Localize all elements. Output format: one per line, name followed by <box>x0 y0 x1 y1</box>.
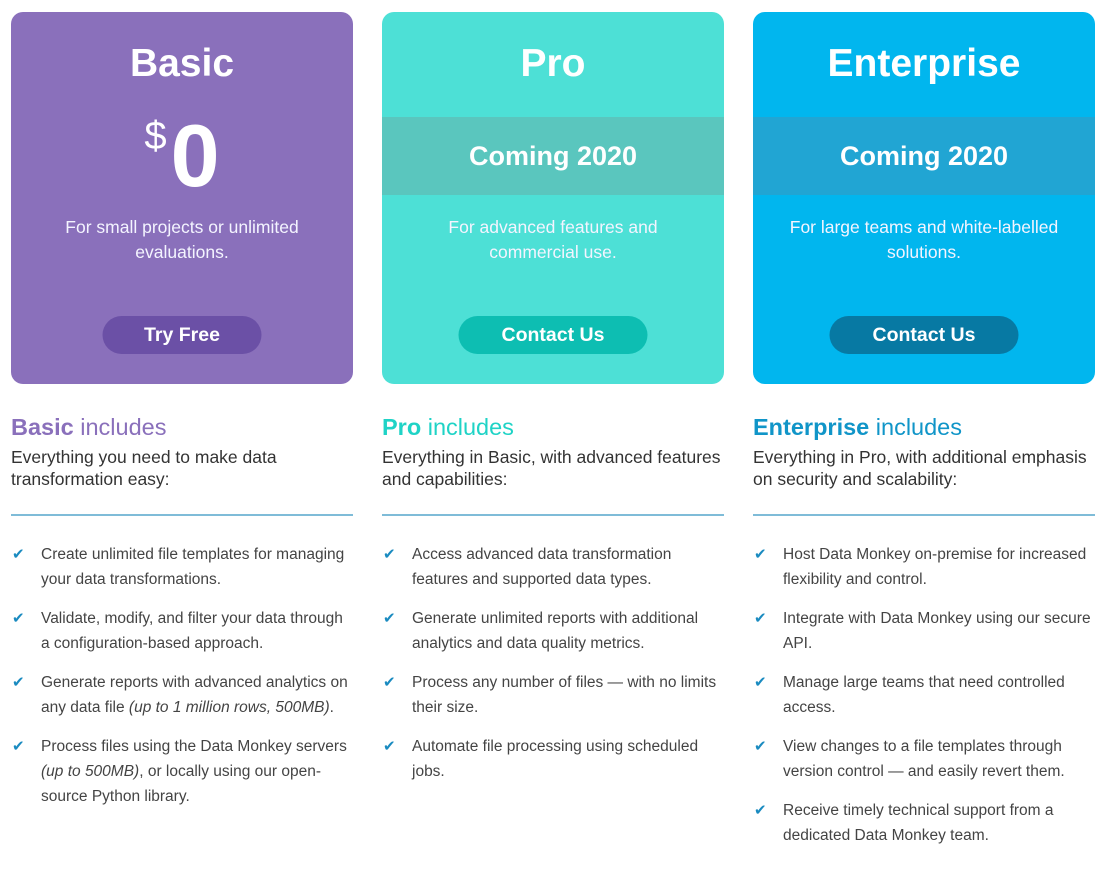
feature-item: ✔ View changes to a file templates throug… <box>753 734 1095 784</box>
feature-text-main: Receive timely technical support from a … <box>783 802 1054 844</box>
includes-label: includes <box>73 414 167 440</box>
includes-heading: Pro includes <box>382 412 724 442</box>
check-icon: ✔ <box>12 738 25 755</box>
plan-pro-card: Pro Coming 2020 For advanced features an… <box>382 12 724 384</box>
includes-subtitle: Everything in Basic, with advanced featu… <box>382 447 721 489</box>
plan-description: For advanced features and commercial use… <box>448 217 658 262</box>
feature-note: (up to 1 million rows, 500MB) <box>128 699 330 716</box>
price-currency: $ <box>144 114 167 158</box>
includes-plan-name: Basic <box>11 414 74 440</box>
plan-description: For large teams and white-labelled solut… <box>789 217 1059 262</box>
includes-subtitle: Everything in Pro, with additional empha… <box>753 447 1087 489</box>
feature-item: ✔ Generate unlimited reports with additio… <box>382 606 724 656</box>
divider <box>753 514 1095 516</box>
feature-item: ✔ Create unlimited file templates for man… <box>11 542 353 592</box>
feature-text-main: Generate unlimited reports with addition… <box>412 610 699 652</box>
feature-note: (up to 500MB) <box>41 763 140 780</box>
feature-text-main: View changes to a file templates through… <box>783 738 1065 780</box>
feature-text: Access advanced data transformation feat… <box>412 542 724 592</box>
feature-text-main: Access advanced data transformation feat… <box>412 546 672 588</box>
feature-item: ✔ Integrate with Data Monkey using our se… <box>753 606 1095 656</box>
feature-text: Process any number of files — with no li… <box>412 670 724 720</box>
includes-plan-name: Pro <box>382 414 422 440</box>
feature-text: Generate unlimited reports with addition… <box>412 606 724 656</box>
includes-label: includes <box>421 414 514 440</box>
feature-list: ✔ Create unlimited file templates for man… <box>11 542 353 809</box>
feature-text-tail: . <box>329 699 334 716</box>
feature-list: ✔ Host Data Monkey on-premise for increas… <box>753 542 1095 848</box>
check-icon: ✔ <box>754 802 767 819</box>
check-icon: ✔ <box>754 674 767 691</box>
includes-subtitle: Everything you need to make data transfo… <box>11 447 277 489</box>
feature-text-main: Automate file processing using scheduled… <box>412 738 699 780</box>
feature-text: Create unlimited file templates for mana… <box>41 542 353 592</box>
feature-text: View changes to a file templates through… <box>783 734 1095 784</box>
feature-item: ✔ Receive timely technical support from a… <box>753 798 1095 848</box>
feature-item: ✔ Process files using the Data Monkey ser… <box>11 734 353 809</box>
includes-label: includes <box>869 414 962 440</box>
feature-text: Receive timely technical support from a … <box>783 798 1095 848</box>
feature-text: Process files using the Data Monkey serv… <box>41 734 353 809</box>
feature-text: Validate, modify, and filter your data t… <box>41 606 353 656</box>
feature-text-main: Create unlimited file templates for mana… <box>41 546 345 588</box>
check-icon: ✔ <box>754 738 767 755</box>
feature-text: Host Data Monkey on-premise for increase… <box>783 542 1095 592</box>
includes-heading: Enterprise includes <box>753 412 1095 442</box>
coming-soon-band: Coming 2020 <box>382 117 724 195</box>
feature-item: ✔ Host Data Monkey on-premise for increas… <box>753 542 1095 592</box>
check-icon: ✔ <box>383 674 396 691</box>
contact-us-button[interactable]: Contact Us <box>458 316 648 354</box>
plan-price: $ 0 <box>11 112 353 202</box>
check-icon: ✔ <box>12 610 25 627</box>
check-icon: ✔ <box>383 610 396 627</box>
try-free-button[interactable]: Try Free <box>102 316 262 354</box>
check-icon: ✔ <box>754 610 767 627</box>
plan-basic-column: Basic $ 0 For small projects or unlimite… <box>11 12 353 823</box>
check-icon: ✔ <box>12 674 25 691</box>
feature-item: ✔ Process any number of files — with no l… <box>382 670 724 720</box>
plan-description: For small projects or unlimited evaluati… <box>65 217 299 262</box>
feature-text-main: Integrate with Data Monkey using our sec… <box>783 610 1091 652</box>
feature-text-main: Host Data Monkey on-premise for increase… <box>783 546 1087 588</box>
plan-enterprise-card: Enterprise Coming 2020 For large teams a… <box>753 12 1095 384</box>
price-amount: 0 <box>170 106 220 205</box>
feature-text-main: Process files using the Data Monkey serv… <box>41 738 347 755</box>
feature-text-main: Process any number of files — with no li… <box>412 674 717 716</box>
feature-text: Generate reports with advanced analytics… <box>41 670 353 720</box>
plan-title: Pro <box>520 42 586 85</box>
contact-us-button[interactable]: Contact Us <box>829 316 1019 354</box>
feature-text-main: Manage large teams that need controlled … <box>783 674 1065 716</box>
plan-title: Enterprise <box>827 42 1021 85</box>
check-icon: ✔ <box>12 546 25 563</box>
plan-enterprise-column: Enterprise Coming 2020 For large teams a… <box>753 12 1095 862</box>
divider <box>382 514 724 516</box>
feature-item: ✔ Generate reports with advanced analytic… <box>11 670 353 720</box>
feature-item: ✔ Access advanced data transformation fea… <box>382 542 724 592</box>
feature-list: ✔ Access advanced data transformation fea… <box>382 542 724 784</box>
feature-text: Manage large teams that need controlled … <box>783 670 1095 720</box>
check-icon: ✔ <box>383 546 396 563</box>
divider <box>11 514 353 516</box>
plan-title: Basic <box>129 42 235 85</box>
check-icon: ✔ <box>754 546 767 563</box>
includes-heading: Basic includes <box>11 412 353 442</box>
feature-item: ✔ Manage large teams that need controlled… <box>753 670 1095 720</box>
check-icon: ✔ <box>383 738 396 755</box>
feature-item: ✔ Validate, modify, and filter your data … <box>11 606 353 656</box>
feature-item: ✔ Automate file processing using schedule… <box>382 734 724 784</box>
feature-text: Automate file processing using scheduled… <box>412 734 724 784</box>
feature-text: Integrate with Data Monkey using our sec… <box>783 606 1095 656</box>
includes-plan-name: Enterprise <box>753 414 870 440</box>
plan-basic-card: Basic $ 0 For small projects or unlimite… <box>11 12 353 384</box>
coming-soon-band: Coming 2020 <box>753 117 1095 195</box>
plan-pro-column: Pro Coming 2020 For advanced features an… <box>382 12 724 798</box>
feature-text-main: Validate, modify, and filter your data t… <box>41 610 343 652</box>
